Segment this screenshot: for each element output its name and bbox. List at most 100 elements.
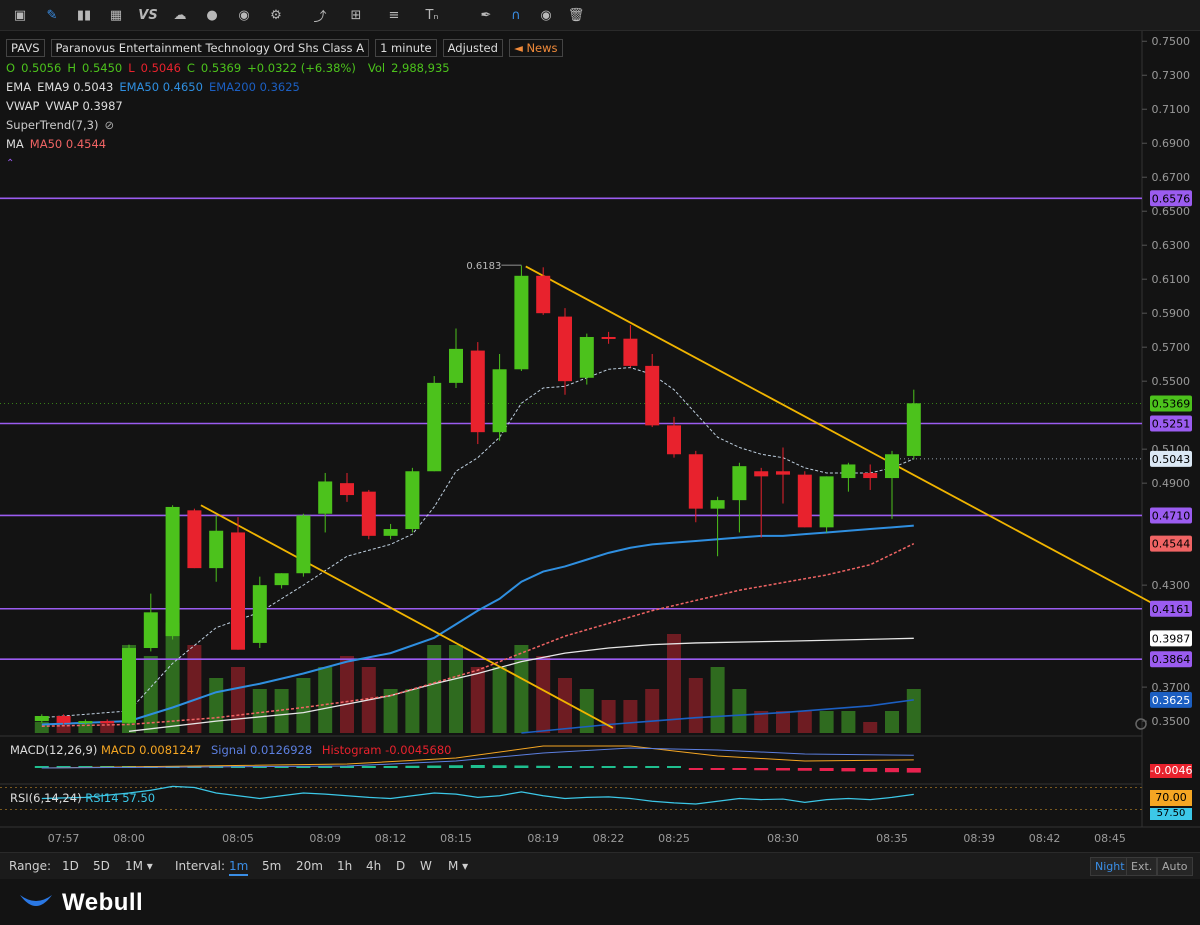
y-tick-label: 0.7300 [1152,69,1191,82]
y-tick-label: 0.4900 [1152,477,1191,490]
interval-m[interactable]: M ▾ [448,859,468,873]
pencil-icon[interactable]: ✎ [42,5,62,25]
magnet-icon[interactable]: ∩ [506,5,526,25]
candle-body [841,464,856,479]
candle-body [885,454,899,479]
macd-histogram-bar [623,766,638,768]
candle-body [754,471,769,477]
x-tick-label: 08:00 [113,832,145,845]
candle-body [470,350,485,433]
interval-w[interactable]: W [420,859,432,873]
interval-20m[interactable]: 20m [296,859,323,873]
candle [296,513,311,577]
candle-body [492,369,507,433]
x-tick-label: 08:39 [963,832,995,845]
trash-icon[interactable]: 🗑 [566,5,586,25]
price-axis-badge-text: 0.3987 [1152,632,1191,645]
high-marker-label: 0.6183 [466,261,501,272]
range-1d[interactable]: 1D [62,859,79,873]
candle-body [361,491,376,536]
gear-icon[interactable]: ⚙ [266,5,286,25]
eye-hidden-icon[interactable]: ⊘ [104,116,114,135]
interval-5m[interactable]: 5m [262,859,281,873]
candle [797,471,812,528]
candle-body [383,529,398,536]
macd-label[interactable]: MACD(12,26,9) [10,743,97,757]
rsi14-axis-label: 57.50 [1150,808,1192,820]
measure-icon[interactable]: ⊞ [346,5,366,25]
eye-icon[interactable]: ◉ [536,5,556,25]
ticker-badge[interactable]: PAVS [6,39,45,57]
volume-bar [449,645,463,733]
y-tick-label: 0.7500 [1152,35,1191,48]
collapse-icon[interactable]: ⌃ [6,154,563,173]
high-value: 0.5450 [81,61,123,75]
macd-histogram-bar [383,766,398,768]
price-axis-badge-text: 0.4544 [1152,538,1191,551]
toolbar: ▣ ✎ ▮▮ ▦ VS ☁ ● ◉ ⚙ ⤴ ⊞ ≡ Tₙ ✒ ∩ ◉ 🗑 [0,0,1200,31]
adjusted-badge[interactable]: Adjusted [442,39,503,57]
news-button[interactable]: ◄ News [508,39,563,57]
volume-bar [688,678,703,733]
grid-icon[interactable]: ▦ [106,5,126,25]
price-axis-badge-text: 0.3625 [1152,694,1191,707]
night-toggle[interactable]: Night [1090,857,1130,876]
supertrend-label[interactable]: SuperTrend(7,3) [6,116,98,135]
d-icon[interactable]: ◉ [234,5,254,25]
candle-body [623,338,638,366]
pen-icon[interactable]: ✒ [476,5,496,25]
bars-icon[interactable]: ▮▮ [74,5,94,25]
chart-type-icon[interactable]: ▣ [10,5,30,25]
y-tick-label: 0.6900 [1152,137,1191,150]
range-1m[interactable]: 1M ▾ [125,859,153,873]
macd-histogram-bar [558,766,572,768]
interval-1h[interactable]: 1h [337,859,352,873]
candle-body [78,721,93,724]
volume-bar [841,711,856,733]
histogram-value: Histogram -0.0045680 [321,743,452,757]
candle-body [688,454,703,509]
ema50-value: EMA50 0.4650 [119,80,203,94]
x-tick-label: 08:09 [309,832,341,845]
macd-value: MACD 0.0081247 [101,743,202,757]
cloud-icon[interactable]: ☁ [170,5,190,25]
interval-badge[interactable]: 1 minute [375,39,437,57]
macd-histogram-bar [776,768,790,771]
megaphone-icon: ◄ [513,41,523,55]
volume-bar [492,667,507,733]
candle-body [732,466,747,501]
volume-bar [819,711,834,733]
ext-toggle[interactable]: Ext. [1126,857,1158,876]
open-value: 0.5056 [21,61,62,75]
range-5d[interactable]: 5D [93,859,110,873]
vwap-label[interactable]: VWAP [6,97,39,116]
volume-value: 2,988,935 [391,61,450,75]
ema-label[interactable]: EMA [6,78,31,97]
macd-histogram-bar [688,768,703,770]
y-tick-label: 0.7100 [1152,103,1191,116]
interval-d[interactable]: D [396,859,405,873]
low-value: 0.5046 [140,61,181,75]
x-tick-label: 08:45 [1094,832,1126,845]
y-tick-label: 0.5900 [1152,307,1191,320]
candle [361,489,376,540]
lines-icon[interactable]: ≡ [384,5,404,25]
price-axis-badge-text: 0.5251 [1152,417,1191,430]
auto-toggle[interactable]: Auto [1157,857,1193,876]
brush-icon[interactable]: ⤴ [310,5,330,25]
dollar-icon[interactable]: ● [202,5,222,25]
candle-body [536,275,551,314]
candle-body [187,510,202,569]
rsi-label[interactable]: RSI(6,14,24) [10,791,82,805]
y-tick-label: 0.6100 [1152,273,1191,286]
macd-axis-label: -0.0046 [1150,764,1193,778]
volume-bar [906,689,921,733]
macd-histogram-bar [536,765,551,768]
text-icon[interactable]: Tₙ [422,5,442,25]
ma-label[interactable]: MA [6,135,24,154]
vs-icon[interactable]: VS [138,5,158,25]
candle [165,505,180,640]
interval-4h[interactable]: 4h [366,859,381,873]
interval-1m[interactable]: 1m [229,859,249,876]
volume-bar [776,711,790,733]
